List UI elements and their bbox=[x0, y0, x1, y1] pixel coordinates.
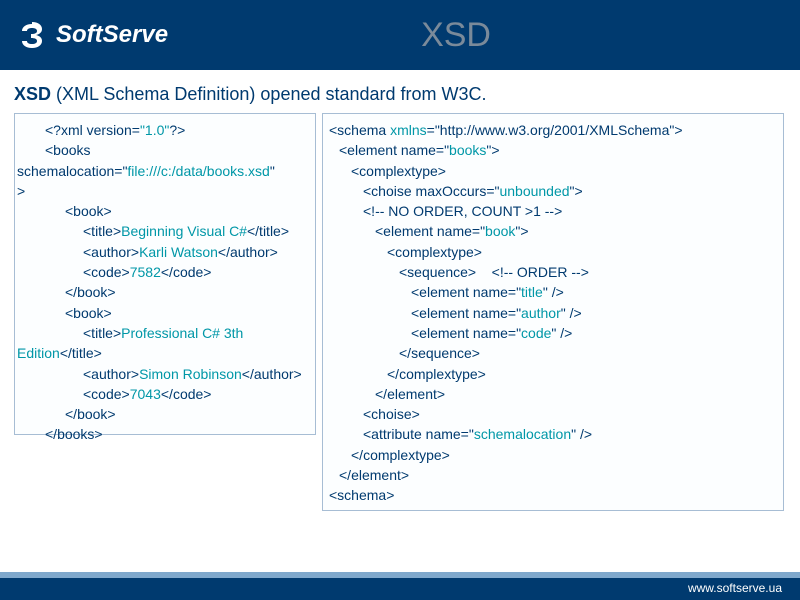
slide-header: SoftServe XSD bbox=[0, 0, 800, 70]
xml-code-panel: <?xml version="1.0"?> <books schemalocat… bbox=[14, 113, 316, 435]
slide-content: XSD (XML Schema Definition) opened stand… bbox=[0, 70, 800, 511]
slide-footer: www.softserve.ua bbox=[0, 572, 800, 600]
slide-title: XSD bbox=[128, 16, 784, 55]
intro-rest: (XML Schema Definition) opened standard … bbox=[51, 84, 487, 104]
intro-text: XSD (XML Schema Definition) opened stand… bbox=[14, 84, 786, 105]
footer-url: www.softserve.ua bbox=[688, 581, 782, 595]
code-panels: <?xml version="1.0"?> <books schemalocat… bbox=[14, 113, 786, 511]
intro-bold: XSD bbox=[14, 84, 51, 104]
xsd-code-panel: <schema xmlns="http://www.w3.org/2001/XM… bbox=[322, 113, 784, 511]
softserve-icon bbox=[16, 19, 48, 51]
footer-bar: www.softserve.ua bbox=[0, 578, 800, 600]
